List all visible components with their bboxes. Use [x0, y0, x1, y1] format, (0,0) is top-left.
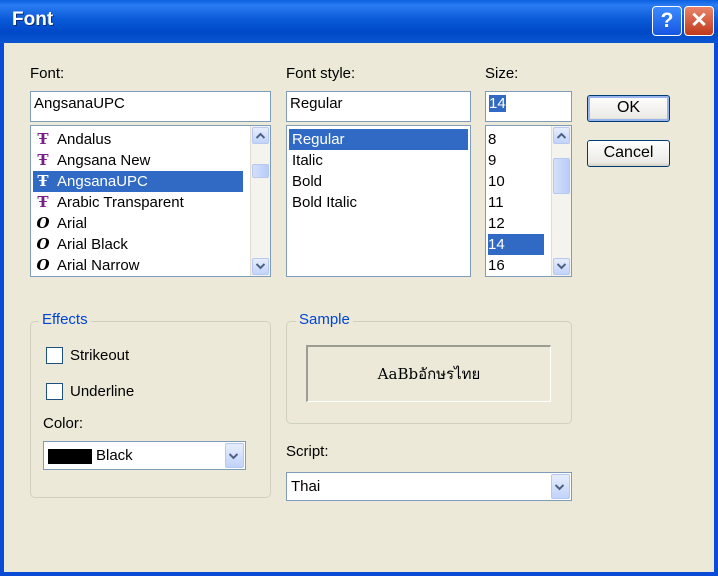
script-select[interactable]: Thai: [286, 472, 572, 501]
strikeout-checkbox[interactable]: [46, 347, 63, 364]
size-list-item[interactable]: 8: [488, 129, 496, 150]
font-list-item[interactable]: O Arial Narrow: [33, 255, 243, 276]
chevron-down-icon: [557, 263, 566, 270]
style-list-item[interactable]: Bold: [289, 171, 322, 192]
font-list-scrollbar[interactable]: [250, 126, 270, 276]
scroll-up-button[interactable]: [553, 127, 570, 144]
size-list-item-selected[interactable]: 14: [488, 234, 544, 255]
sample-legend: Sample: [296, 311, 353, 328]
chevron-up-icon: [557, 132, 566, 139]
opentype-icon: O: [36, 214, 50, 232]
size-list-item[interactable]: 9: [488, 150, 496, 171]
script-label: Script:: [286, 443, 329, 460]
dropdown-button[interactable]: [551, 474, 570, 499]
font-list-item[interactable]: O Arial Black: [33, 234, 243, 255]
font-list-item-selected[interactable]: Ŧ AngsanaUPC: [33, 171, 243, 192]
truetype-icon: Ŧ: [37, 172, 49, 190]
size-list-item[interactable]: 10: [488, 171, 505, 192]
help-button[interactable]: ?: [652, 6, 682, 36]
size-list-item[interactable]: 12: [488, 213, 505, 234]
underline-label[interactable]: Underline: [70, 383, 134, 400]
help-icon: ?: [660, 9, 674, 32]
sample-preview: AaBbอักษรไทย: [306, 345, 551, 402]
color-swatch: [48, 448, 92, 464]
chevron-down-icon: [555, 484, 564, 491]
opentype-icon: O: [36, 256, 50, 274]
truetype-icon: Ŧ: [37, 130, 49, 148]
scroll-down-button[interactable]: [553, 258, 570, 275]
size-input[interactable]: 14: [485, 91, 572, 122]
chevron-down-icon: [229, 453, 238, 460]
size-list-item[interactable]: 11: [488, 192, 504, 213]
font-list-item[interactable]: Ŧ Arabic Transparent: [33, 192, 243, 213]
chevron-down-icon: [256, 263, 265, 270]
font-style-list[interactable]: Regular Italic Bold Bold Italic: [286, 125, 471, 277]
strikeout-label[interactable]: Strikeout: [70, 347, 129, 364]
style-list-item[interactable]: Italic: [289, 150, 323, 171]
cancel-button[interactable]: Cancel: [587, 140, 670, 167]
style-list-item-selected[interactable]: Regular: [289, 129, 468, 150]
scroll-up-button[interactable]: [252, 127, 269, 144]
font-list-item[interactable]: Ŧ Angsana New: [33, 150, 243, 171]
font-label: Font:: [30, 65, 65, 82]
style-list-item[interactable]: Bold Italic: [289, 192, 357, 213]
truetype-icon: Ŧ: [37, 193, 49, 211]
truetype-icon: Ŧ: [37, 151, 49, 169]
size-list-scrollbar[interactable]: [551, 126, 571, 276]
chevron-up-icon: [256, 132, 265, 139]
ok-button[interactable]: OK: [587, 95, 670, 122]
color-label: Color:: [43, 415, 84, 432]
opentype-icon: O: [36, 235, 50, 253]
size-label: Size:: [485, 65, 519, 82]
font-style-input[interactable]: Regular: [286, 91, 471, 122]
scroll-down-button[interactable]: [252, 258, 269, 275]
color-select[interactable]: Black: [43, 441, 246, 470]
scroll-thumb[interactable]: [553, 158, 570, 194]
dropdown-button[interactable]: [225, 443, 244, 468]
underline-checkbox[interactable]: [46, 383, 63, 400]
window-title: Font: [12, 9, 54, 30]
font-list-item[interactable]: O Arial: [33, 213, 243, 234]
close-icon: ✕: [690, 9, 708, 32]
size-list[interactable]: 8 9 10 11 12 14 16: [485, 125, 572, 277]
font-style-label: Font style:: [286, 65, 356, 82]
title-bar[interactable]: Font ? ✕: [0, 0, 718, 43]
font-list[interactable]: Ŧ Andalus Ŧ Angsana New Ŧ AngsanaUPC Ŧ Arabi…: [30, 125, 271, 277]
effects-legend: Effects: [39, 311, 91, 328]
scroll-thumb[interactable]: [252, 164, 269, 178]
close-button[interactable]: ✕: [684, 6, 714, 36]
size-list-item[interactable]: 16: [488, 255, 505, 276]
font-input[interactable]: AngsanaUPC: [30, 91, 271, 122]
effects-group: [30, 321, 271, 498]
font-list-item[interactable]: Ŧ Andalus: [33, 129, 243, 150]
